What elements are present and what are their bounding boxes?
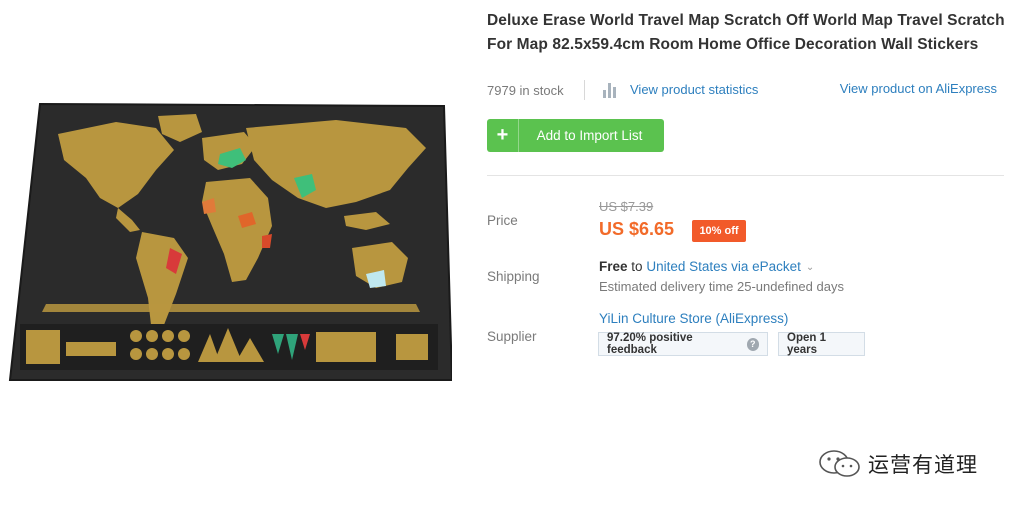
add-to-import-list-button[interactable]: + Add to Import List [487, 119, 664, 152]
wechat-icon [819, 450, 860, 477]
delivery-estimate: Estimated delivery time 25-undefined day… [599, 279, 844, 294]
chevron-down-icon: ⌄ [805, 262, 815, 273]
view-statistics-link[interactable]: View product statistics [603, 80, 758, 100]
question-icon[interactable]: ? [746, 337, 759, 351]
shipping-label: Shipping [487, 269, 540, 284]
vertical-divider [584, 80, 585, 100]
original-price: US $7.39 [599, 199, 654, 214]
section-divider [487, 175, 1004, 176]
supplier-label: Supplier [487, 329, 537, 344]
shipping-destination-dropdown[interactable]: United States via ePacket ⌄ [646, 259, 814, 274]
shipping-info: Free to United States via ePacket ⌄ [599, 259, 814, 274]
price-label: Price [487, 213, 518, 228]
watermark-text: 运营有道理 [868, 453, 978, 477]
add-to-import-list-label: Add to Import List [536, 128, 643, 143]
stock-count: 7979 in stock [487, 83, 564, 98]
view-on-aliexpress-link[interactable]: View product on AliExpress [840, 81, 997, 96]
product-title: Deluxe Erase World Travel Map Scratch Of… [487, 12, 1005, 53]
sale-price: US $6.65 [599, 219, 675, 239]
free-shipping-text: Free [599, 259, 628, 274]
shipping-to-text: to [631, 259, 643, 274]
product-stats-row: 7979 in stock View product statistics Vi… [487, 80, 1007, 100]
feedback-text: 97.20% positive feedback [607, 332, 693, 356]
shipping-destination-label: United States via ePacket [646, 259, 801, 274]
watermark: 运营有道理 [818, 449, 978, 479]
discount-badge: 10% off [692, 220, 746, 242]
store-age-badge: Open 1 years [778, 332, 865, 356]
supplier-store-link[interactable]: YiLin Culture Store (AliExpress) [599, 311, 788, 326]
view-statistics-label: View product statistics [630, 82, 759, 97]
bar-chart-icon [603, 82, 618, 98]
plus-icon: + [487, 119, 519, 152]
product-image [6, 98, 452, 388]
feedback-badge: 97.20% positive feedback ? [598, 332, 768, 356]
